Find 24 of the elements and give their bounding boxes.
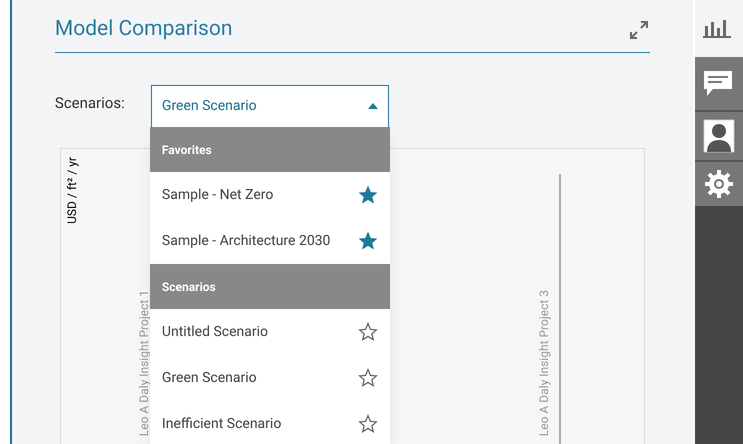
scenario-option[interactable]: Sample - Net Zero [150,172,390,218]
scenario-select[interactable]: Green Scenario [150,84,389,128]
filled-star-icon[interactable] [358,231,378,251]
star-outline-icon[interactable] [358,368,378,388]
scenarios-label: Scenarios: [54,92,126,114]
filled-star-icon[interactable] [358,185,378,205]
bar-chart-icon[interactable] [703,20,731,38]
panel-title: Model Comparison [54,16,232,43]
scenario-option[interactable]: Green Scenario [150,355,390,401]
scenario-option[interactable]: Inefficient Scenario [150,401,390,444]
expand-icon[interactable] [628,18,650,41]
group-header: Favorites [150,127,390,172]
group-header: Scenarios [150,264,390,309]
project-label: Leo A Daly Insight Project 1 [136,290,152,436]
settings-icon[interactable] [703,168,735,200]
user-icon[interactable] [703,119,735,153]
star-outline-icon[interactable] [358,322,378,342]
axis-label: USD / ft² / yr [64,156,80,224]
caret-icon [368,103,378,109]
scenario-option[interactable]: Untitled Scenario [150,309,390,355]
project-label: Leo A Daly Insight Project 3 [536,290,552,436]
comment-icon[interactable] [703,70,733,98]
scenario-option[interactable]: Sample - Architecture 2030 [150,218,390,264]
star-outline-icon[interactable] [358,414,378,434]
